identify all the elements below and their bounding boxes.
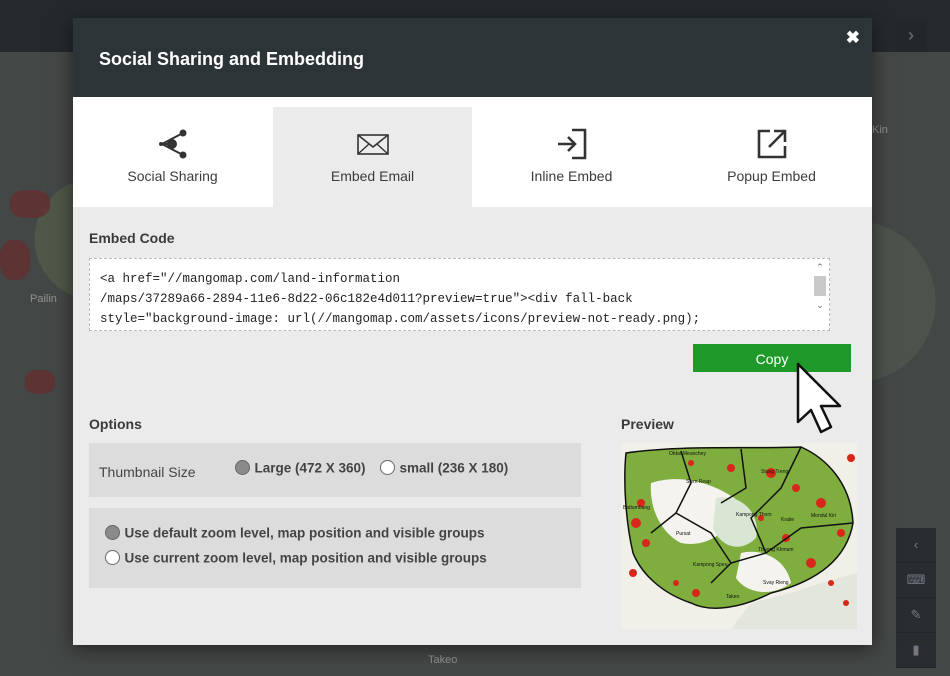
preview-place-label: Tbuong Khmum [758,547,794,553]
tab-inline-embed[interactable]: Inline Embed [472,107,671,207]
thumb-large-label[interactable]: Large (472 X 360) [254,460,365,475]
tab-label: Popup Embed [727,168,816,184]
embed-code-text[interactable]: <a href="//mangomap.com/land-information… [100,269,800,329]
tab-bar: Social Sharing Embed Email Inline Embed [73,97,872,207]
preview-label: Preview [621,416,674,432]
preview-place-label: Siem Reap [686,479,711,485]
close-icon[interactable]: ✖ [846,28,860,48]
thumb-large-option[interactable]: Large (472 X 360) [235,459,366,477]
preview-place-label: Otdar Meanchey [669,451,706,457]
tab-label: Embed Email [330,168,415,184]
zoom-current-radio[interactable] [105,550,120,566]
scroll-thumb[interactable] [814,276,826,296]
share-embed-dialog: Social Sharing and Embedding ✖ Social Sh… [73,18,872,645]
zoom-current-option[interactable]: Use current zoom level, map position and… [105,549,487,567]
preview-place-label: Takeo [726,594,740,600]
thumbnail-size-panel: Thumbnail Size Large (472 X 360) small (… [89,443,581,497]
preview-map-image: Otdar Meanchey Siem Reap Stung Treng Bat… [621,443,857,629]
preview-place-label: Kampong Speu [693,562,728,568]
embed-code-label: Embed Code [89,230,175,246]
options-label: Options [89,416,142,432]
thumb-large-radio[interactable] [235,460,250,476]
preview-place-label: Stung Treng [761,469,788,475]
dialog-title: Social Sharing and Embedding [99,49,365,69]
zoom-options-panel: Use default zoom level, map position and… [89,508,581,588]
preview-place-label: Battambang [623,505,650,511]
tab-popup-embed[interactable]: Popup Embed [672,107,871,207]
scroll-down-icon[interactable]: ⌄ [813,300,827,311]
tab-embed-email[interactable]: Embed Email [273,107,472,207]
map-preview: Otdar Meanchey Siem Reap Stung Treng Bat… [621,443,857,629]
external-link-icon [757,129,786,159]
thumb-small-option[interactable]: small (236 X 180) [380,459,508,477]
scroll-up-icon[interactable]: ⌃ [813,262,827,273]
thumb-small-label[interactable]: small (236 X 180) [399,460,508,475]
tab-label: Social Sharing [127,168,218,184]
zoom-default-option[interactable]: Use default zoom level, map position and… [105,524,485,542]
zoom-current-label[interactable]: Use current zoom level, map position and… [124,550,486,565]
preview-place-label: Mondul Kiri [811,513,836,519]
preview-place-label: Pursat [676,531,691,537]
zoom-default-label[interactable]: Use default zoom level, map position and… [124,525,484,540]
share-icon [158,129,186,159]
tab-social-sharing[interactable]: Social Sharing [73,107,272,207]
preview-place-label: Svay Rieng [763,580,789,586]
preview-place-label: Kampong Thom [736,512,771,518]
login-arrow-icon [557,128,586,160]
embed-code-textarea[interactable]: <a href="//mangomap.com/land-information… [89,258,830,331]
thumb-small-radio[interactable] [380,460,395,476]
dialog-header: Social Sharing and Embedding ✖ [73,18,872,97]
envelope-icon [356,134,389,155]
zoom-default-radio[interactable] [105,525,120,541]
textarea-scrollbar[interactable]: ⌃ ⌄ [813,262,827,326]
tab-label: Inline Embed [530,168,613,184]
preview-place-label: Kratie [781,517,794,523]
thumbnail-size-label: Thumbnail Size [99,464,196,480]
mouse-cursor-icon [796,362,842,434]
